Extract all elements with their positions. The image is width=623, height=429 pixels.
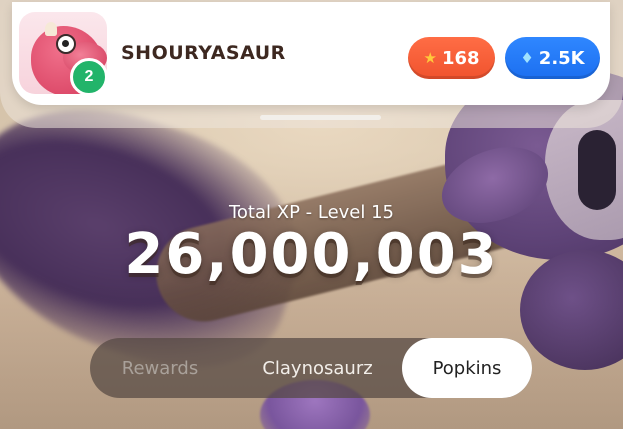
tab-claynosaurz[interactable]: Claynosaurz [235,338,400,398]
diamond-icon: ♦ [520,48,534,67]
avatar-horn [45,22,57,36]
gems-count: 2.5K [538,47,585,69]
avatar-level-badge: 2 [70,58,108,96]
gems-counter-button[interactable]: ♦ 2.5K [505,37,600,79]
stars-count: 168 [441,47,480,69]
collection-tab-bar: Rewards Claynosaurz Popkins [90,338,532,398]
xp-level-label: Total XP - Level 15 [228,202,395,223]
stars-counter-button[interactable]: ★ 168 [408,37,495,79]
avatar-pupil [62,40,69,47]
total-xp-value: 26,000,003 [124,222,499,287]
tab-popkins[interactable]: Popkins [402,338,532,398]
drag-handle[interactable] [260,115,381,120]
player-username: SHOURYASAUR [121,42,286,64]
star-icon: ★ [423,48,437,67]
tab-rewards[interactable]: Rewards [90,338,230,398]
